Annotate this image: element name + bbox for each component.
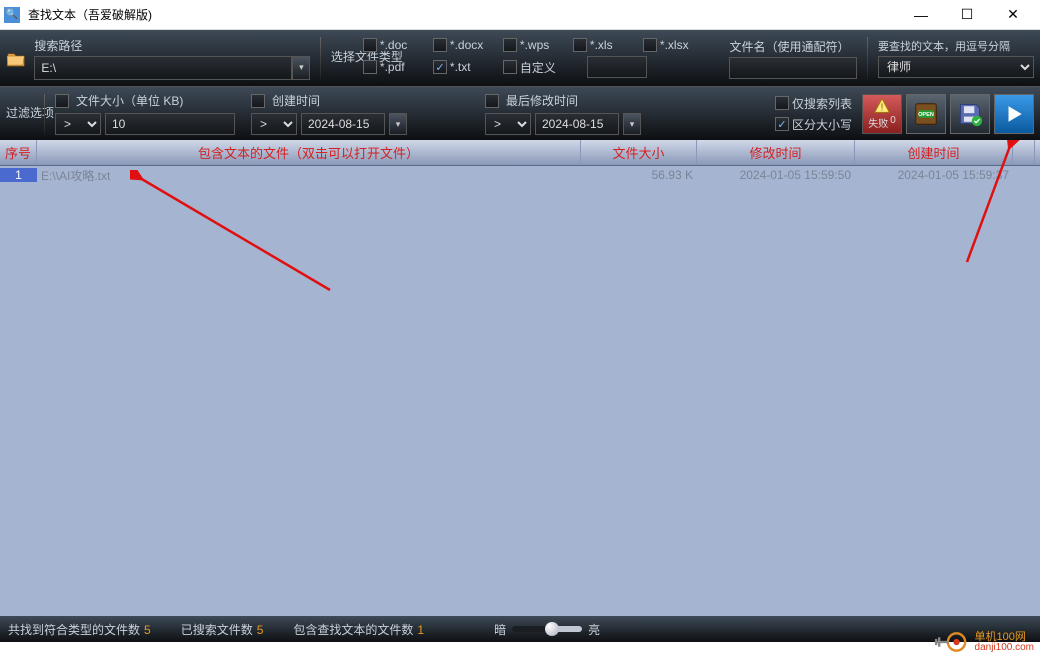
th-index[interactable]: 序号	[0, 140, 37, 165]
filetype-label: 选择文件类型	[331, 50, 359, 66]
size-check[interactable]	[55, 94, 69, 108]
ft-doc[interactable]: *.doc	[363, 38, 429, 52]
results-table: 序号 包含文本的文件（双击可以打开文件） 文件大小 修改时间 创建时间 1 E:…	[0, 140, 1040, 616]
window-title: 查找文本（吾爱破解版)	[28, 6, 898, 23]
cell-size: 56.93 K	[581, 168, 697, 182]
th-modified[interactable]: 修改时间	[697, 140, 855, 165]
status-searched: 已搜索文件数5	[181, 621, 264, 638]
save-button[interactable]	[950, 94, 990, 134]
app-icon: 🔍	[4, 7, 20, 23]
custom-ext-input[interactable]	[587, 56, 647, 78]
titlebar: 🔍 查找文本（吾爱破解版) — ☐ ✕	[0, 0, 1040, 30]
filter-label: 过滤选项	[6, 106, 34, 122]
case-check[interactable]: 区分大小写	[775, 116, 852, 133]
ft-xls[interactable]: *.xls	[573, 38, 639, 52]
svg-text:!: !	[881, 103, 884, 114]
fail-button[interactable]: ! 失败0	[862, 94, 902, 134]
watermark-logo	[931, 631, 971, 653]
annotation-arrow-left	[130, 170, 340, 300]
toolbar-row-2: 过滤选项 文件大小（单位 KB) > 创建时间 > ▾ 最后修改时间 > ▾ 仅…	[0, 86, 1040, 140]
created-date[interactable]	[301, 113, 385, 135]
created-check[interactable]	[251, 94, 265, 108]
theme-slider[interactable]: 暗 亮	[494, 621, 600, 638]
modified-check[interactable]	[485, 94, 499, 108]
th-extra[interactable]	[1013, 140, 1035, 165]
table-header: 序号 包含文本的文件（双击可以打开文件） 文件大小 修改时间 创建时间	[0, 140, 1040, 166]
statusbar: 共找到符合类型的文件数5 已搜索文件数5 包含查找文本的文件数1 暗 亮	[0, 616, 1040, 642]
minimize-button[interactable]: —	[898, 0, 944, 30]
folder-icon[interactable]	[6, 39, 26, 77]
modified-op[interactable]: >	[485, 113, 531, 135]
ft-custom[interactable]: 自定义	[503, 59, 583, 76]
play-icon	[1003, 103, 1025, 125]
status-contain: 包含查找文本的文件数1	[293, 621, 424, 638]
cell-created: 2024-01-05 15:59:37	[855, 168, 1013, 182]
maximize-button[interactable]: ☐	[944, 0, 990, 30]
status-matched: 共找到符合类型的文件数5	[8, 621, 151, 638]
path-input[interactable]	[34, 56, 292, 80]
cell-modified: 2024-01-05 15:59:50	[697, 168, 855, 182]
svg-text:OPEN: OPEN	[918, 111, 934, 117]
modified-date-picker[interactable]: ▾	[623, 113, 641, 135]
path-label: 搜索路径	[34, 37, 310, 54]
th-size[interactable]: 文件大小	[581, 140, 697, 165]
run-button[interactable]	[994, 94, 1034, 134]
ft-docx[interactable]: *.docx	[433, 38, 499, 52]
searchtext-combo[interactable]: 律师	[878, 56, 1034, 78]
listonly-check[interactable]: 仅搜索列表	[775, 95, 852, 112]
size-value[interactable]	[105, 113, 235, 135]
open-icon: OPEN	[912, 100, 940, 128]
filetype-group: *.doc *.docx *.wps *.xls *.xlsx *.pdf *.…	[363, 38, 709, 78]
ft-pdf[interactable]: *.pdf	[363, 60, 429, 74]
modified-date[interactable]	[535, 113, 619, 135]
warning-icon: !	[873, 97, 891, 115]
watermark: 单机100网 danji100.com	[931, 631, 1034, 653]
size-op[interactable]: >	[55, 113, 101, 135]
searchtext-label: 要查找的文本，用逗号分隔	[878, 38, 1034, 54]
ft-wps[interactable]: *.wps	[503, 38, 569, 52]
created-date-picker[interactable]: ▾	[389, 113, 407, 135]
ft-txt[interactable]: *.txt	[433, 60, 499, 74]
path-dropdown-button[interactable]: ▾	[292, 56, 310, 80]
ft-xlsx[interactable]: *.xlsx	[643, 38, 709, 52]
close-button[interactable]: ✕	[990, 0, 1036, 30]
cell-file: E:\\AI攻略.txt	[37, 167, 581, 184]
filename-label: 文件名（使用通配符）	[729, 38, 857, 55]
cell-index: 1	[0, 168, 37, 182]
open-button[interactable]: OPEN	[906, 94, 946, 134]
toolbar-row-1: 搜索路径 ▾ 选择文件类型 *.doc *.docx *.wps *.xls *…	[0, 30, 1040, 86]
th-created[interactable]: 创建时间	[855, 140, 1013, 165]
table-row[interactable]: 1 E:\\AI攻略.txt 56.93 K 2024-01-05 15:59:…	[0, 166, 1040, 184]
filename-input[interactable]	[729, 57, 857, 79]
th-file[interactable]: 包含文本的文件（双击可以打开文件）	[37, 140, 581, 165]
created-op[interactable]: >	[251, 113, 297, 135]
floppy-icon	[957, 101, 983, 127]
